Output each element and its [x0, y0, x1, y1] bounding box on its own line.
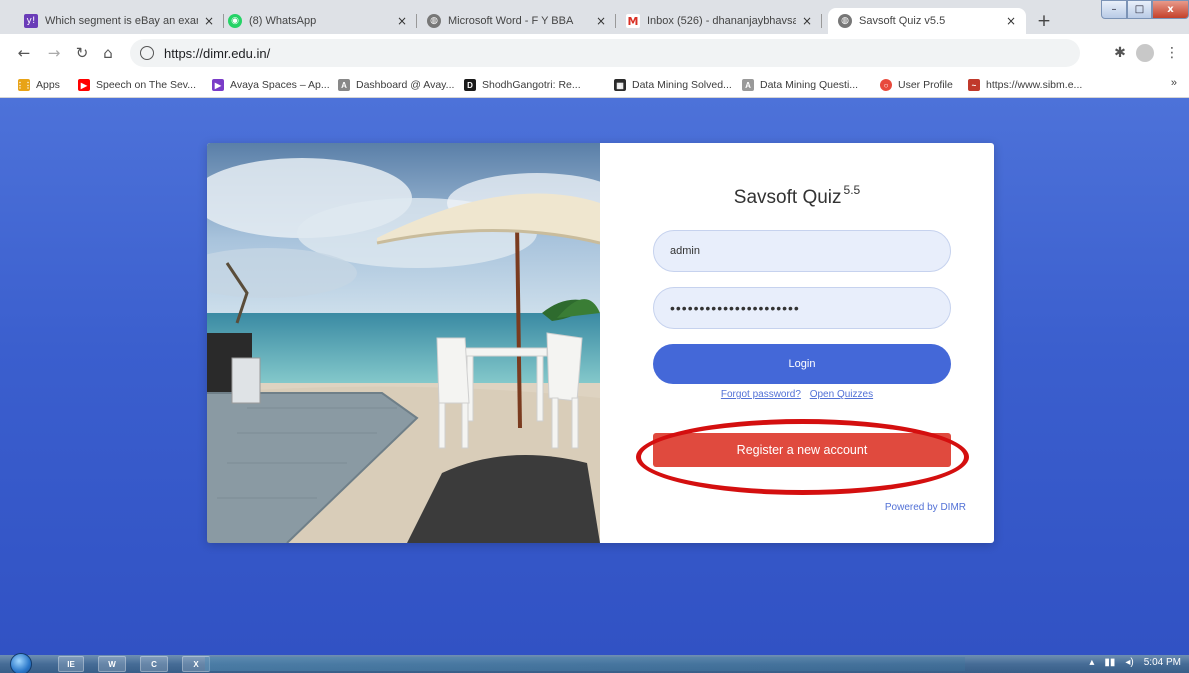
- bookmark-sibm[interactable]: ~ https://www.sibm.e...: [968, 77, 1082, 93]
- auth-links: Forgot password? Open Quizzes: [600, 389, 994, 400]
- bookmark-data-mining-questions[interactable]: A Data Mining Questi...: [742, 77, 858, 93]
- bookmark-label: Data Mining Solved...: [632, 79, 732, 91]
- bookmark-label: ShodhGangotri: Re...: [482, 79, 581, 91]
- tab-microsoft-word[interactable]: ◍ Microsoft Word - F Y BBA ×: [417, 8, 616, 34]
- youtube-icon: ▶: [78, 79, 90, 91]
- bookmark-label: Data Mining Questi...: [760, 79, 859, 91]
- bookmark-avaya-spaces[interactable]: ▶ Avaya Spaces – Ap...: [212, 77, 330, 93]
- whatsapp-icon: ◉: [228, 14, 242, 28]
- bookmark-label: User Profile: [898, 79, 953, 91]
- app-brand: Savsoft Quiz 5.5: [600, 183, 994, 209]
- tab-close-icon[interactable]: ×: [596, 14, 606, 28]
- username-input[interactable]: [653, 230, 951, 272]
- new-tab-button[interactable]: +: [1033, 11, 1055, 33]
- tab-close-icon[interactable]: ×: [1006, 14, 1016, 28]
- tab-savsoft-quiz[interactable]: ◍ Savsoft Quiz v5.5 ×: [828, 8, 1026, 34]
- register-button[interactable]: Register a new account: [653, 433, 951, 467]
- windows-taskbar: IE W C X ▴ ▮▮ ◂) 5:04 PM: [0, 653, 1189, 673]
- system-tray: ▴ ▮▮ ◂) 5:04 PM: [1089, 657, 1181, 668]
- extensions-puzzle-icon[interactable]: ✱: [1110, 43, 1130, 63]
- globe-icon: ◍: [838, 14, 852, 28]
- tab-title: (8) WhatsApp: [249, 15, 317, 27]
- tab-title: Inbox (526) - dhananjaybhavsar: [647, 15, 796, 27]
- login-button[interactable]: Login: [653, 344, 951, 384]
- browser-tab-strip: y! Which segment is eBay an exam × ◉ (8)…: [0, 0, 1189, 34]
- bookmark-shodhgangotri[interactable]: D ShodhGangotri: Re...: [464, 77, 581, 93]
- volume-icon[interactable]: ◂): [1125, 657, 1133, 668]
- url-text: https://dimr.edu.in/: [164, 45, 271, 61]
- forward-arrow-icon[interactable]: →: [44, 43, 64, 63]
- slides-icon: ▦: [614, 79, 626, 91]
- login-form: Savsoft Quiz5.5 Login Forgot password? O…: [600, 143, 994, 543]
- beach-photo: [207, 143, 600, 543]
- bookmark-label: Speech on The Sev...: [96, 79, 197, 91]
- tab-close-icon[interactable]: ×: [802, 14, 812, 28]
- tab-close-icon[interactable]: ×: [204, 14, 214, 28]
- tab-yahoo-answers[interactable]: y! Which segment is eBay an exam ×: [14, 8, 224, 34]
- shodhgangotri-icon: D: [464, 79, 476, 91]
- tab-title: Which segment is eBay an exam: [45, 15, 198, 27]
- login-card: Savsoft Quiz5.5 Login Forgot password? O…: [207, 143, 994, 543]
- bookmark-label: https://www.sibm.e...: [986, 79, 1083, 91]
- tab-whatsapp[interactable]: ◉ (8) WhatsApp ×: [218, 8, 417, 34]
- chrome-taskbar-icon[interactable]: C: [140, 656, 168, 672]
- avaya-spaces-icon: ▶: [212, 79, 224, 91]
- bookmarks-overflow-icon[interactable]: »: [1171, 77, 1177, 89]
- tab-title: Microsoft Word - F Y BBA: [448, 15, 574, 27]
- bookmark-speech[interactable]: ▶ Speech on The Sev...: [78, 77, 196, 93]
- start-button-icon[interactable]: [10, 653, 32, 673]
- reload-icon[interactable]: ↻: [72, 43, 92, 63]
- clock[interactable]: 5:04 PM: [1144, 657, 1181, 668]
- open-quizzes-link[interactable]: Open Quizzes: [810, 389, 873, 400]
- globe-icon: ◍: [427, 14, 441, 28]
- page-background: Savsoft Quiz5.5 Login Forgot password? O…: [0, 98, 1189, 655]
- bookmark-apps[interactable]: ⋮⋮ Apps: [16, 77, 60, 93]
- bookmark-label: Dashboard @ Avay...: [356, 79, 455, 91]
- password-input[interactable]: [653, 287, 951, 329]
- close-window-button[interactable]: x: [1152, 0, 1189, 19]
- bookmark-data-mining-solved[interactable]: ▦ Data Mining Solved...: [614, 77, 732, 93]
- ie-taskbar-icon[interactable]: IE: [58, 656, 84, 672]
- bookmarks-bar: ⋮⋮ Apps ▶ Speech on The Sev... ▶ Avaya S…: [0, 72, 1189, 98]
- browser-toolbar: ← → ↻ ⌂ https://dimr.edu.in/ ✱ ⋮: [0, 34, 1189, 72]
- avaya-icon: A: [338, 79, 350, 91]
- apps-grid-icon: ⋮⋮: [16, 79, 32, 91]
- menu-kebab-icon[interactable]: ⋮: [1162, 43, 1182, 63]
- brand-title: Savsoft Quiz: [733, 187, 842, 208]
- avaya-icon: A: [742, 79, 754, 91]
- version-number: 5.5: [843, 183, 861, 197]
- gmail-icon: M: [626, 14, 640, 28]
- taskbar-running-area: [205, 657, 965, 671]
- bookmark-label: Apps: [36, 79, 60, 91]
- user-profile-icon: ○: [880, 79, 892, 91]
- tab-close-icon[interactable]: ×: [397, 14, 407, 28]
- network-icon[interactable]: ▮▮: [1104, 657, 1115, 668]
- tab-title: Savsoft Quiz v5.5: [859, 15, 946, 27]
- word-taskbar-icon[interactable]: W: [98, 656, 126, 672]
- sibm-icon: ~: [968, 79, 980, 91]
- profile-avatar-icon[interactable]: [1136, 44, 1154, 62]
- forgot-password-link[interactable]: Forgot password?: [721, 389, 801, 400]
- bookmark-dashboard-avaya[interactable]: A Dashboard @ Avay...: [338, 77, 454, 93]
- back-arrow-icon[interactable]: ←: [14, 43, 34, 63]
- show-hidden-icons-icon[interactable]: ▴: [1089, 657, 1094, 668]
- powered-by-link[interactable]: Powered by DIMR: [885, 502, 966, 513]
- bookmark-user-profile[interactable]: ○ User Profile: [880, 77, 953, 93]
- minimize-button[interactable]: –: [1101, 0, 1127, 19]
- yahoo-answers-icon: y!: [24, 14, 38, 28]
- site-info-icon[interactable]: [140, 46, 154, 60]
- bookmark-label: Avaya Spaces – Ap...: [230, 79, 330, 91]
- tab-gmail-inbox[interactable]: M Inbox (526) - dhananjaybhavsar ×: [616, 8, 822, 34]
- maximize-button[interactable]: □: [1127, 0, 1152, 19]
- address-bar[interactable]: https://dimr.edu.in/: [130, 39, 1080, 67]
- home-icon[interactable]: ⌂: [98, 43, 118, 63]
